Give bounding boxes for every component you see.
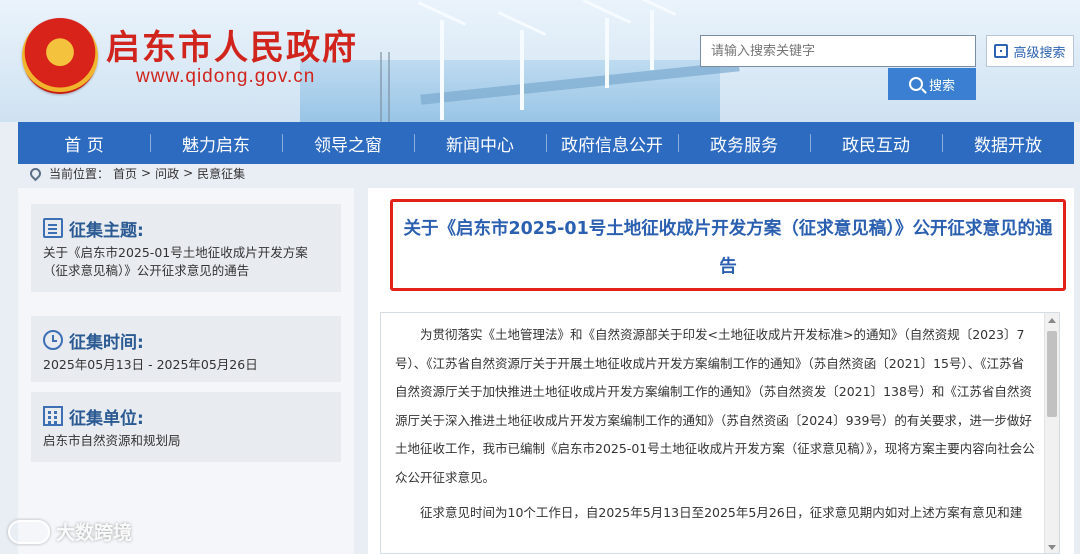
search-button-label: 搜索: [928, 78, 955, 94]
breadcrumb-label: 当前位置：: [49, 166, 110, 181]
time-card-header: 征集时间:: [43, 324, 329, 356]
site-title[interactable]: 启东市人民政府: [106, 20, 358, 69]
nav-item-home[interactable]: 首 页: [18, 122, 150, 164]
article-body[interactable]: 为贯彻落实《土地管理法》和《自然资源部关于印发<土地征收成片开发标准>的通知》（…: [380, 312, 1060, 554]
notice-title: 关于《启东市2025-01号土地征收成片开发方案（征求意见稿）》公开征求意见的通…: [390, 199, 1066, 291]
nav-item-gov-info[interactable]: 政府信息公开: [546, 122, 678, 164]
article-text: 为贯彻落实《土地管理法》和《自然资源部关于印发<土地征收成片开发标准>的通知》（…: [381, 313, 1059, 527]
unit-card-header: 征集单位:: [43, 400, 329, 432]
time-card: 征集时间: 2025年05月13日 - 2025年05月26日: [31, 316, 341, 382]
watermark: 大数跨境: [8, 518, 132, 545]
search-button[interactable]: 搜索: [888, 68, 976, 100]
article-paragraph: 为贯彻落实《土地管理法》和《自然资源部关于印发<土地征收成片开发标准>的通知》（…: [395, 327, 1035, 485]
unit-card: 征集单位: 启东市自然资源和规划局: [31, 392, 341, 462]
nav-item-services[interactable]: 政务服务: [678, 122, 810, 164]
advanced-search-icon: [994, 44, 1009, 58]
unit-card-title: 征集单位:: [69, 408, 144, 429]
article-scrollbar[interactable]: [1044, 313, 1059, 553]
time-card-title: 征集时间:: [69, 332, 144, 353]
search-icon: [908, 77, 923, 91]
header-banner-tower: [380, 52, 390, 122]
wind-turbine-icon: [650, 10, 654, 70]
advanced-search-button[interactable]: 高级搜索: [986, 35, 1074, 67]
nav-item-charm-qidong[interactable]: 魅力启东: [150, 122, 282, 164]
topic-card-header: 征集主题:: [43, 212, 329, 244]
scroll-up-arrow-icon[interactable]: [1048, 318, 1056, 323]
scroll-down-arrow-icon[interactable]: [1048, 545, 1056, 550]
breadcrumb-separator: >: [141, 166, 152, 180]
main-nav: 首 页 魅力启东 领导之窗 新闻中心 政府信息公开 政务服务 政民互动 数据开放: [18, 122, 1074, 164]
advanced-search-label: 高级搜索: [1013, 45, 1066, 61]
wind-turbine-icon: [520, 30, 524, 110]
topic-card-title: 征集主题:: [69, 220, 144, 241]
nav-item-interaction[interactable]: 政民互动: [810, 122, 942, 164]
national-emblem-icon: [22, 18, 98, 94]
site-url: www.qidong.gov.cn: [136, 66, 316, 87]
search-input[interactable]: [700, 35, 976, 67]
breadcrumb: 当前位置： 首页 > 问政 > 民意征集: [27, 165, 245, 182]
article-paragraph: 征求意见时间为10个工作日，自2025年5月13日至2025年5月26日，征求意…: [420, 504, 1023, 520]
wind-turbine-icon: [605, 18, 609, 88]
breadcrumb-link-opinion[interactable]: 民意征集: [197, 165, 245, 182]
watermark-text: 大数跨境: [56, 522, 133, 544]
time-card-value: 2025年05月13日 - 2025年05月26日: [43, 357, 258, 372]
topic-card-value: 关于《启东市2025-01号土地征收成片开发方案（征求意见稿）》公开征求意见的通…: [43, 245, 308, 278]
breadcrumb-link-ask[interactable]: 问政: [155, 165, 179, 182]
topic-card: 征集主题: 关于《启东市2025-01号土地征收成片开发方案（征求意见稿）》公开…: [31, 204, 341, 292]
sidebar: 征集主题: 关于《启东市2025-01号土地征收成片开发方案（征求意见稿）》公开…: [18, 188, 354, 554]
nav-item-open-data[interactable]: 数据开放: [942, 122, 1074, 164]
main-content: 关于《启东市2025-01号土地征收成片开发方案（征求意见稿）》公开征求意见的通…: [368, 188, 1074, 554]
unit-card-value: 启东市自然资源和规划局: [43, 433, 181, 448]
document-icon: [43, 218, 63, 238]
breadcrumb-link-home[interactable]: 首页: [113, 165, 137, 182]
clock-icon: [43, 330, 63, 350]
scrollbar-thumb[interactable]: [1047, 331, 1057, 417]
wind-turbine-icon: [440, 20, 444, 120]
nav-item-news[interactable]: 新闻中心: [414, 122, 546, 164]
breadcrumb-separator: >: [183, 166, 194, 180]
building-icon: [43, 406, 63, 426]
nav-item-leaders[interactable]: 领导之窗: [282, 122, 414, 164]
location-pin-icon: [27, 165, 44, 181]
watermark-logo-icon: [8, 519, 50, 544]
site-header: 启东市人民政府 www.qidong.gov.cn 搜索 高级搜索: [0, 0, 1080, 122]
